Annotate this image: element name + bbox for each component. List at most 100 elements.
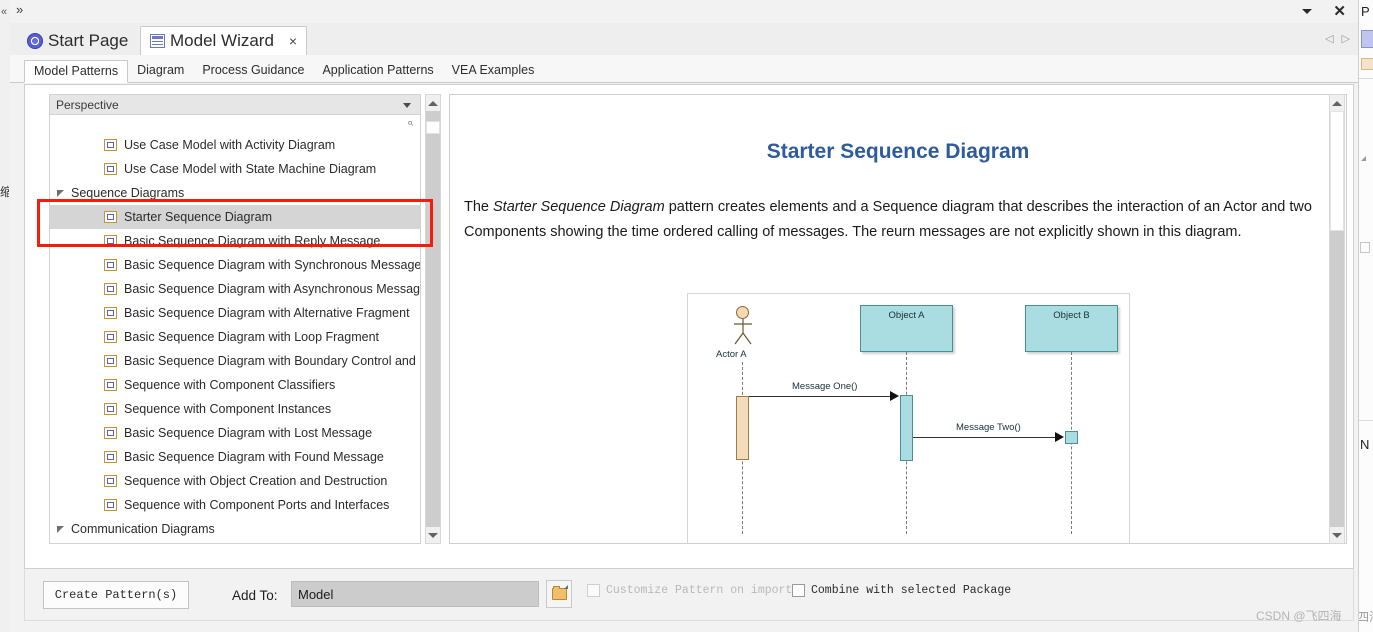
tree-item-lost-message[interactable]: Basic Sequence Diagram with Lost Message: [50, 421, 420, 445]
content-scrollbar-thumb[interactable]: [1330, 111, 1344, 231]
window-close-icon[interactable]: ✕: [1333, 3, 1346, 20]
tree-vertical-scrollbar[interactable]: [425, 94, 441, 544]
add-to-input[interactable]: Model: [291, 581, 539, 607]
tab-prev-icon[interactable]: ◁: [1325, 32, 1333, 45]
right-strip-divider: [1359, 420, 1373, 421]
customize-pattern-checkbox[interactable]: Customize Pattern on import: [587, 584, 792, 597]
tree-item-alternative-fragment[interactable]: Basic Sequence Diagram with Alternative …: [50, 301, 420, 325]
document-tab-bar: Start Page Model Wizard × ◁ ▷: [10, 23, 1358, 56]
tree-group-sequence-diagrams[interactable]: Sequence Diagrams: [50, 181, 420, 205]
tab-application-patterns[interactable]: Application Patterns: [313, 60, 442, 82]
right-strip-label: N: [1360, 437, 1370, 452]
tab-process-guidance[interactable]: Process Guidance: [193, 60, 313, 82]
content-scroll-down-icon[interactable]: [1330, 527, 1344, 543]
tree-item-label: Starter Sequence Diagram: [124, 210, 272, 224]
tree-item-reply-message[interactable]: Basic Sequence Diagram with Reply Messag…: [50, 229, 420, 253]
message-one-label: Message One(): [792, 381, 858, 392]
tree-item-label: Use Case Model with Activity Diagram: [124, 138, 336, 152]
pattern-icon: [104, 475, 117, 487]
tree-scrollbar-thumb[interactable]: [426, 121, 440, 134]
actor-head-icon: [736, 306, 749, 319]
tree-item-use-case-state-machine[interactable]: Use Case Model with State Machine Diagra…: [50, 157, 420, 181]
actor-label: Actor A: [716, 349, 747, 360]
message-two-label: Message Two(): [956, 422, 1021, 433]
tree-item-label: Basic Sequence Diagram with Synchronous …: [124, 258, 421, 272]
tree-item-component-ports-interfaces[interactable]: Sequence with Component Ports and Interf…: [50, 493, 420, 517]
pattern-icon: [104, 379, 117, 391]
customize-pattern-label: Customize Pattern on import: [606, 584, 793, 597]
checkbox-box-icon[interactable]: [587, 584, 600, 597]
left-strip-text-fragment: 缩: [0, 185, 9, 199]
chevron-down-icon[interactable]: [403, 103, 411, 108]
pattern-preview-content: Starter Sequence Diagram The Starter Seq…: [449, 94, 1347, 544]
activation-object-a: [900, 395, 913, 461]
pattern-icon: [104, 211, 117, 223]
message-one-line: [749, 396, 891, 397]
pattern-search-row[interactable]: ⌕: [49, 115, 421, 133]
tree-item-label: Basic Sequence Diagram with Asynchronous…: [124, 282, 421, 296]
tree-group-communication-diagrams[interactable]: Communication Diagrams: [50, 517, 420, 541]
message-one-arrowhead: [890, 391, 899, 401]
desc-part-1: The: [464, 199, 494, 215]
watermark: CSDN @飞四海: [1256, 609, 1342, 623]
perspective-label: Perspective: [56, 97, 119, 112]
pattern-icon: [104, 283, 117, 295]
tab-start-page-label: Start Page: [48, 30, 129, 50]
tab-close-icon[interactable]: ×: [289, 34, 297, 48]
activation-actor: [736, 396, 749, 460]
tab-diagram[interactable]: Diagram: [128, 60, 193, 82]
tree-item-component-classifiers[interactable]: Sequence with Component Classifiers: [50, 373, 420, 397]
tab-model-patterns[interactable]: Model Patterns: [24, 60, 129, 83]
model-wizard-window: » ✕ Start Page Model Wizard × ◁ ▷ Model …: [10, 0, 1358, 632]
tree-item-object-creation-destruction[interactable]: Sequence with Object Creation and Destru…: [50, 469, 420, 493]
tree-item-use-case-activity[interactable]: Use Case Model with Activity Diagram: [50, 133, 420, 157]
combine-package-checkbox[interactable]: Combine with selected Package: [792, 584, 1011, 597]
tree-item-label: Sequence with Component Classifiers: [124, 378, 336, 392]
tree-scrollbar-track[interactable]: [426, 111, 440, 527]
search-icon[interactable]: ⌕: [407, 117, 413, 130]
model-wizard-icon: [150, 34, 165, 48]
triangle-expanded-icon[interactable]: [57, 525, 64, 533]
create-patterns-button[interactable]: Create Pattern(s): [43, 581, 189, 609]
tree-item-found-message[interactable]: Basic Sequence Diagram with Found Messag…: [50, 445, 420, 469]
page-title: Starter Sequence Diagram: [766, 140, 1030, 163]
pattern-icon: [104, 259, 117, 271]
checkbox-box-icon[interactable]: [792, 584, 805, 597]
perspective-dropdown[interactable]: Perspective: [49, 94, 421, 115]
content-scroll-up-icon[interactable]: [1330, 95, 1344, 111]
tree-item-label: Basic Sequence Diagram with Reply Messag…: [124, 234, 381, 248]
tree-scroll-up-icon[interactable]: [426, 95, 440, 111]
right-strip-box-icon: [1360, 242, 1370, 253]
window-menu-caret-icon[interactable]: [1302, 9, 1312, 14]
tree-item-label: Basic Sequence Diagram with Found Messag…: [124, 450, 384, 464]
pattern-tree[interactable]: Use Case Model with Activity Diagram Use…: [49, 133, 421, 544]
right-strip-triangle-icon: [1361, 156, 1366, 161]
triangle-expanded-icon[interactable]: [57, 189, 64, 197]
message-two-line: [913, 437, 1056, 438]
desc-pattern-name: Starter Sequence Diagram: [493, 199, 665, 215]
right-window-strip: P N 四海: [1358, 0, 1373, 632]
right-strip-text-fragment: 四海: [1358, 610, 1373, 624]
browse-folder-button[interactable]: [546, 580, 572, 608]
tree-item-synchronous-message[interactable]: Basic Sequence Diagram with Synchronous …: [50, 253, 420, 277]
tab-next-icon[interactable]: ▷: [1342, 32, 1350, 45]
right-strip-orange-icon: [1361, 58, 1373, 70]
tab-start-page[interactable]: Start Page: [18, 26, 137, 55]
pattern-icon: [104, 403, 117, 415]
content-vertical-scrollbar[interactable]: [1329, 94, 1345, 544]
tree-item-loop-fragment[interactable]: Basic Sequence Diagram with Loop Fragmen…: [50, 325, 420, 349]
tree-item-boundary-control-entity[interactable]: Basic Sequence Diagram with Boundary Con…: [50, 349, 420, 373]
tree-scroll-down-icon[interactable]: [426, 527, 440, 543]
collapse-chevron-icon[interactable]: «: [1, 6, 7, 18]
combine-package-label: Combine with selected Package: [811, 584, 1012, 597]
object-a-label: Object A: [888, 310, 925, 321]
tab-vea-examples[interactable]: VEA Examples: [443, 60, 544, 82]
tab-model-wizard[interactable]: Model Wizard ×: [140, 26, 308, 55]
overflow-chevron-icon[interactable]: »: [16, 2, 23, 17]
tree-item-asynchronous-message[interactable]: Basic Sequence Diagram with Asynchronous…: [50, 277, 420, 301]
tree-item-starter-sequence-diagram[interactable]: Starter Sequence Diagram: [50, 205, 420, 229]
sub-tab-bar: Model Patterns Diagram Process Guidance …: [10, 55, 1358, 83]
tree-item-label: Sequence with Component Instances: [124, 402, 332, 416]
right-strip-header: P: [1361, 4, 1370, 19]
tree-item-component-instances[interactable]: Sequence with Component Instances: [50, 397, 420, 421]
